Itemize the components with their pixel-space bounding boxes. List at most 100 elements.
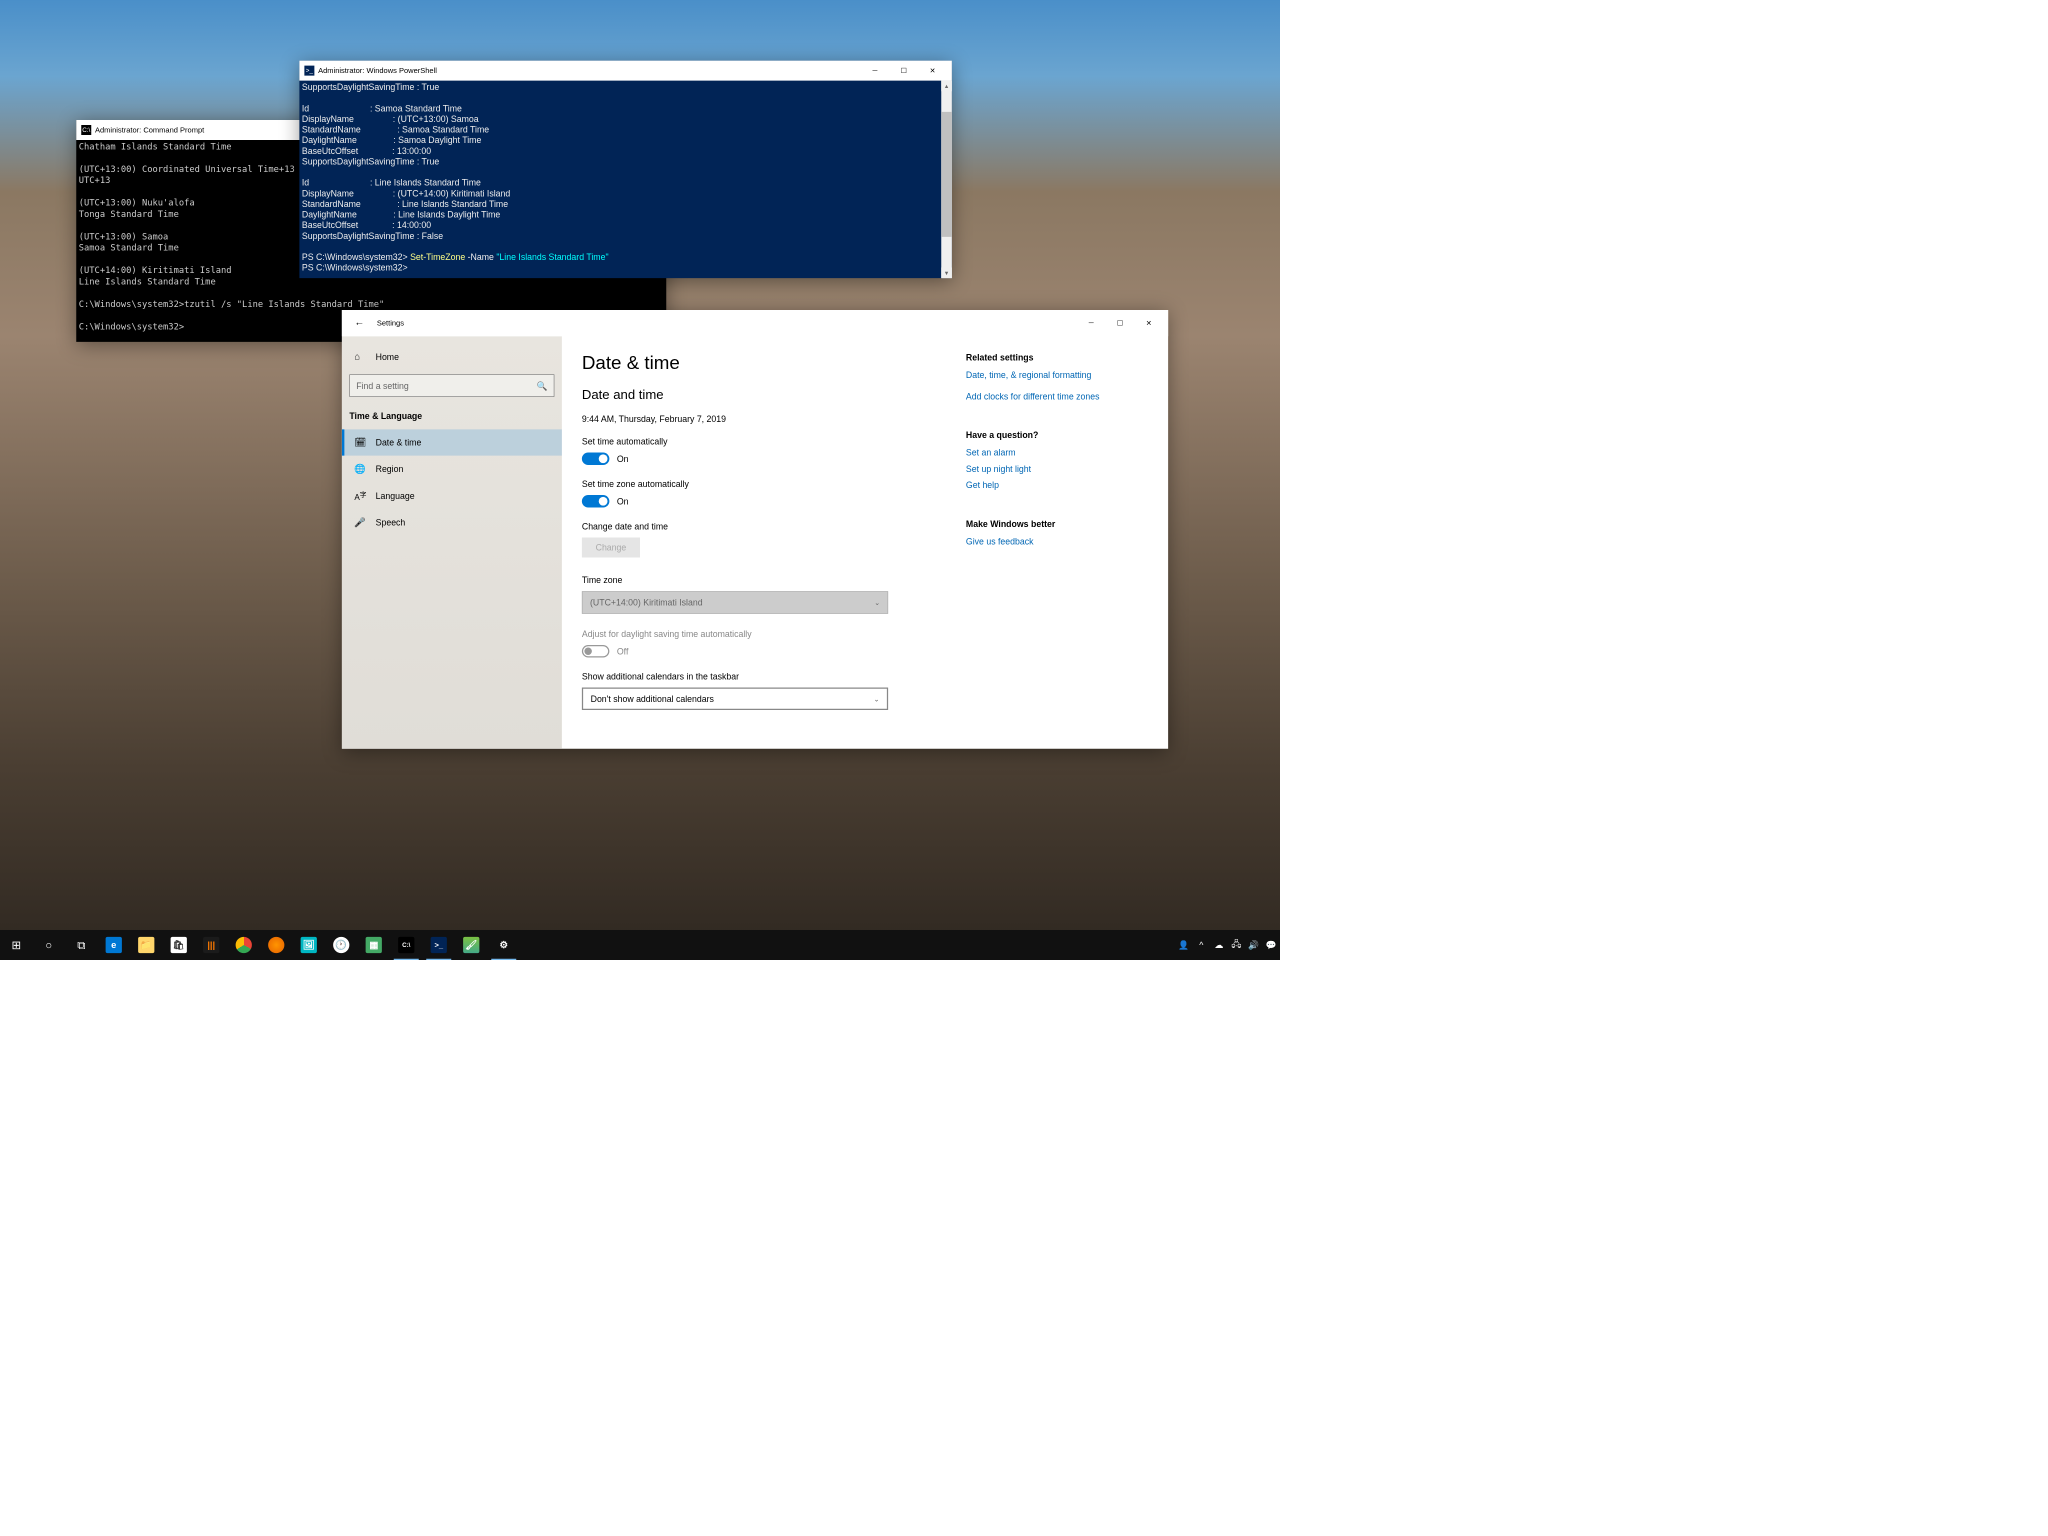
globe-icon: 🌐 [354, 463, 367, 474]
change-button[interactable]: Change [582, 538, 640, 558]
cmd-icon: C:\ [81, 125, 91, 135]
link-add-clocks[interactable]: Add clocks for different time zones [966, 391, 1168, 401]
nav-language[interactable]: A字 Language [342, 482, 562, 510]
taskbar-cmd[interactable]: C:\ [390, 930, 423, 960]
timezone-value: (UTC+14:00) Kiritimati Island [590, 598, 703, 608]
nav-label: Language [376, 491, 415, 501]
taskbar-photos[interactable]: 🖼 [293, 930, 326, 960]
minimize-button[interactable]: ─ [861, 61, 890, 81]
auto-tz-state: On [617, 496, 629, 506]
link-set-alarm[interactable]: Set an alarm [966, 448, 1168, 458]
scroll-up-icon[interactable]: ▲ [941, 81, 952, 92]
ps-title: Administrator: Windows PowerShell [318, 66, 861, 75]
home-button[interactable]: ⌂ Home [342, 345, 562, 368]
tray-people[interactable]: 👤 [1175, 930, 1193, 960]
ps-title-bar[interactable]: >_ Administrator: Windows PowerShell ─ ☐… [299, 61, 952, 81]
taskbar-app-3[interactable]: 🖌 [455, 930, 488, 960]
taskbar-app-2[interactable]: ▦ [358, 930, 391, 960]
tray-chevron[interactable]: ^ [1193, 930, 1211, 960]
scroll-down-icon[interactable]: ▼ [941, 268, 952, 279]
powershell-icon: >_ [304, 66, 314, 76]
close-button[interactable]: ✕ [1134, 313, 1163, 333]
dst-state: Off [617, 646, 629, 656]
nav-label: Speech [376, 518, 406, 528]
timezone-dropdown[interactable]: (UTC+14:00) Kiritimati Island ⌄ [582, 591, 888, 614]
scroll-thumb[interactable] [941, 112, 952, 237]
link-feedback[interactable]: Give us feedback [966, 536, 1168, 546]
additional-cal-label: Show additional calendars in the taskbar [582, 671, 944, 681]
home-icon: ⌂ [354, 351, 367, 362]
taskbar-edge[interactable]: e [98, 930, 131, 960]
nav-speech[interactable]: 🎤 Speech [342, 510, 562, 536]
taskbar-app-1[interactable]: ||| [195, 930, 228, 960]
timezone-heading: Time zone [582, 575, 944, 585]
auto-tz-toggle[interactable] [582, 495, 610, 508]
nav-date-time[interactable]: 🗓 Date & time [342, 429, 562, 455]
back-button[interactable]: ← [347, 318, 372, 329]
start-button[interactable]: ⊞ [0, 930, 33, 960]
settings-window: ← Settings ─ ☐ ✕ ⌂ Home Find a setting 🔍… [342, 310, 1168, 749]
close-button[interactable]: ✕ [918, 61, 947, 81]
search-input[interactable]: Find a setting 🔍 [349, 374, 554, 397]
auto-tz-label: Set time zone automatically [582, 479, 944, 489]
ps-param: -Name [468, 252, 497, 262]
tray-action-center[interactable]: 💬 [1263, 930, 1281, 960]
nav-label: Date & time [376, 438, 422, 448]
ps-string-arg: "Line Islands Standard Time" [496, 252, 608, 262]
section-heading: Date and time [582, 388, 944, 403]
microphone-icon: 🎤 [354, 517, 367, 528]
taskbar-settings[interactable]: ⚙ [488, 930, 521, 960]
settings-sidebar: ⌂ Home Find a setting 🔍 Time & Language … [342, 336, 562, 749]
search-button[interactable]: ○ [33, 930, 66, 960]
chevron-down-icon: ⌄ [874, 695, 880, 703]
nav-label: Region [376, 464, 404, 474]
settings-title-bar[interactable]: ← Settings ─ ☐ ✕ [342, 310, 1168, 336]
ps-prompt: PS C:\Windows\system32> [302, 263, 410, 273]
tray-network-icon[interactable]: 🖧 [1228, 930, 1246, 960]
dst-toggle [582, 645, 610, 658]
desktop: C:\ Administrator: Command Prompt Chatha… [0, 0, 1280, 960]
auto-time-toggle[interactable] [582, 453, 610, 466]
better-heading: Make Windows better [966, 519, 1168, 529]
auto-time-state: On [617, 454, 629, 464]
powershell-window: >_ Administrator: Windows PowerShell ─ ☐… [299, 61, 952, 279]
question-heading: Have a question? [966, 430, 1168, 440]
ps-output[interactable]: SupportsDaylightSavingTime : True Id : S… [299, 81, 952, 279]
related-heading: Related settings [966, 353, 1168, 363]
search-placeholder: Find a setting [356, 381, 536, 391]
taskbar-explorer[interactable]: 📁 [130, 930, 163, 960]
search-icon: 🔍 [537, 380, 548, 391]
link-get-help[interactable]: Get help [966, 480, 1168, 490]
settings-main-column: Date & time Date and time 9:44 AM, Thurs… [582, 353, 944, 743]
additional-cal-dropdown[interactable]: Don't show additional calendars ⌄ [582, 688, 888, 711]
page-title: Date & time [582, 353, 944, 374]
taskbar-store[interactable]: 🛍 [163, 930, 196, 960]
ps-text-block: SupportsDaylightSavingTime : True Id : S… [302, 82, 510, 241]
taskbar-chrome[interactable] [228, 930, 261, 960]
ps-scrollbar[interactable]: ▲ ▼ [941, 81, 952, 279]
link-regional-formatting[interactable]: Date, time, & regional formatting [966, 370, 1168, 380]
ps-prompt: PS C:\Windows\system32> [302, 252, 410, 262]
language-icon: A字 [354, 489, 367, 502]
link-night-light[interactable]: Set up night light [966, 464, 1168, 474]
maximize-button[interactable]: ☐ [1106, 313, 1135, 333]
change-dt-label: Change date and time [582, 521, 944, 531]
date-time-icon: 🗓 [354, 437, 367, 448]
section-title: Time & Language [342, 407, 562, 430]
minimize-button[interactable]: ─ [1077, 313, 1106, 333]
tray-volume-icon[interactable]: 🔊 [1245, 930, 1263, 960]
taskbar: ⊞ ○ ⧉ e 📁 🛍 ||| 🖼 🕐 ▦ C:\ >_ 🖌 ⚙ 👤 ^ ☁ 🖧… [0, 930, 1280, 960]
task-view-button[interactable]: ⧉ [65, 930, 98, 960]
settings-aside-column: Related settings Date, time, & regional … [966, 353, 1168, 743]
chevron-down-icon: ⌄ [874, 598, 880, 606]
home-label: Home [376, 352, 399, 362]
dst-label: Adjust for daylight saving time automati… [582, 629, 944, 639]
maximize-button[interactable]: ☐ [889, 61, 918, 81]
nav-region[interactable]: 🌐 Region [342, 456, 562, 482]
taskbar-powershell[interactable]: >_ [423, 930, 456, 960]
tray-onedrive[interactable]: ☁ [1210, 930, 1228, 960]
taskbar-firefox[interactable] [260, 930, 293, 960]
auto-time-label: Set time automatically [582, 436, 944, 446]
taskbar-clock-app[interactable]: 🕐 [325, 930, 358, 960]
ps-cmdlet: Set-TimeZone [410, 252, 468, 262]
